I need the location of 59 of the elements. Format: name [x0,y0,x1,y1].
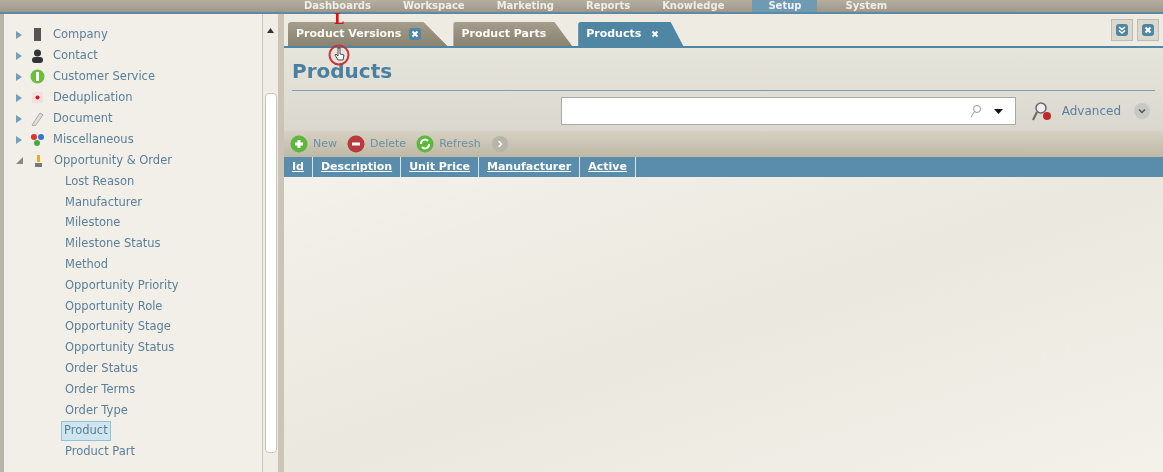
nav-tab[interactable]: Reports [581,0,635,12]
tree-item[interactable]: Opportunity Stage [64,317,172,337]
tree-item[interactable]: Opportunity Status [64,338,176,358]
tree-item[interactable]: Milestone [64,213,122,233]
nav-tab[interactable]: Dashboards [300,0,375,12]
nav-tab[interactable]: Workspace [398,0,469,12]
tree-item[interactable]: Opportunity & Order [54,151,172,170]
tree-item[interactable]: Opportunity Priority [64,275,180,295]
tree-item[interactable]: Order Terms [64,379,137,399]
tree-item[interactable]: Lost Reason [64,171,136,191]
tree-item[interactable]: Product [61,421,111,441]
close-icon [1142,24,1154,36]
tree-item[interactable]: Manufacturer [64,192,144,212]
tree-item[interactable]: Company [53,25,108,44]
tree-item[interactable]: Order Type [64,400,129,420]
chevron-right-circle-icon[interactable] [490,135,509,153]
tree-item[interactable]: Product Part [64,442,137,462]
tree-item[interactable]: Miscellaneous [53,130,134,149]
expand-arrow-icon[interactable] [16,30,22,39]
minus-circle-icon [347,135,365,153]
nav-tab[interactable]: Knowledge [658,0,729,12]
tree-item[interactable]: Opportunity Role [64,296,164,316]
plus-circle-icon [290,135,308,153]
tree-item[interactable]: Order Status [64,358,139,379]
close-icon[interactable] [409,28,422,40]
advanced-link[interactable]: Advanced [1061,102,1121,120]
tree-item[interactable]: Deduplication [53,88,133,107]
nav-tab[interactable]: System [841,0,892,12]
expand-arrow-icon[interactable] [16,135,22,144]
expand-arrow-icon[interactable] [16,114,22,123]
scrollbar-thumb[interactable] [264,93,277,453]
chevron-down-circle-icon[interactable] [1133,102,1151,120]
nav-tab[interactable]: Marketing [492,0,558,12]
refresh-icon [416,135,435,153]
double-chevron-icon [1116,24,1128,36]
advanced-search-icon[interactable] [1031,101,1054,121]
tree-item[interactable]: Milestone Status [64,234,162,254]
dropdown-arrow-icon[interactable] [993,108,1003,114]
collapse-button[interactable] [1111,19,1133,41]
page-title: Products [292,56,1155,91]
expand-arrow-icon[interactable] [16,72,22,81]
search-field[interactable] [560,97,1016,125]
collapse-arrow-icon[interactable] [16,157,23,164]
toolbar-button[interactable]: New [290,135,337,153]
expand-arrow-icon[interactable] [16,51,22,60]
tree-item[interactable]: Document [53,109,113,128]
toolbar-button[interactable]: Delete [347,135,407,153]
tree-item[interactable]: Method [64,254,110,275]
toolbar-button[interactable]: Refresh [416,135,481,153]
nav-tab[interactable]: Setup [752,0,818,12]
tree-item[interactable]: Contact [53,46,98,65]
annotation-label: L [334,14,344,24]
scroll-up-icon[interactable] [267,28,274,33]
close-button[interactable] [1137,19,1159,41]
tab[interactable]: Products [578,22,684,46]
search-icon [969,104,982,118]
tree-item[interactable]: Customer Service [53,67,156,86]
tab[interactable]: Product Parts [453,22,573,46]
expand-arrow-icon[interactable] [16,93,22,102]
